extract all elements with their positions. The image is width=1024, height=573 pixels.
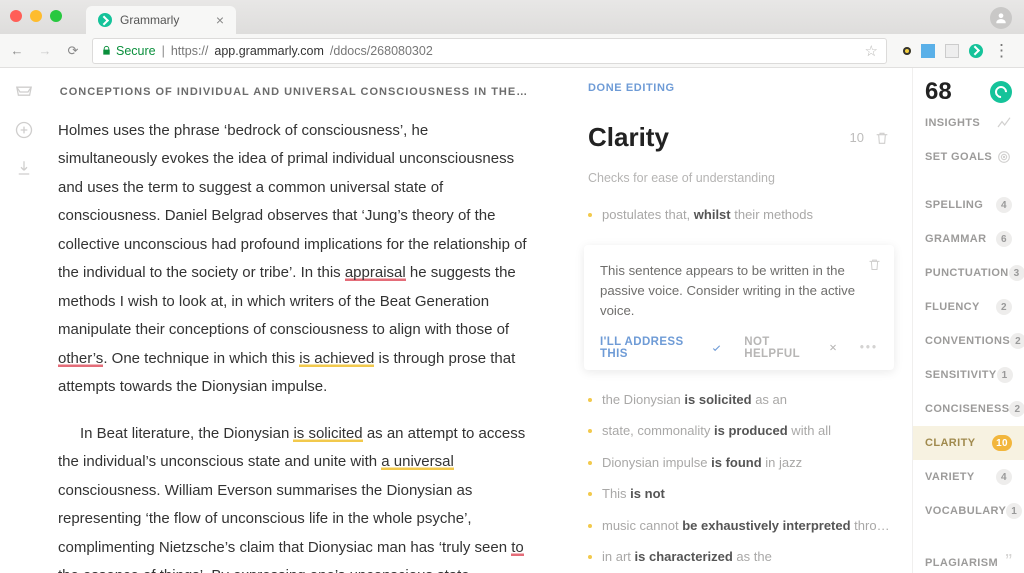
document-editor[interactable]: CONCEPTIONS OF INDIVIDUAL AND UNIVERSAL … [48,68,566,573]
bullet-icon [588,398,592,402]
address-bar[interactable]: Secure | https://app.grammarly.com/ddocs… [92,38,887,64]
forward-button[interactable]: → [36,43,54,58]
browser-tabbar: Grammarly × [0,0,1024,34]
alert-item[interactable]: Dionysian impulse is found in jazz [588,447,890,479]
tab-title: Grammarly [120,13,179,27]
count-badge: 2 [996,299,1012,315]
alert-item[interactable]: This is not [588,478,890,510]
browser-toolbar: ← → ⟳ Secure | https://app.grammarly.com… [0,34,1024,68]
ext-icon-3[interactable] [945,44,959,58]
alert-item[interactable]: state, commonality is produced with all [588,415,890,447]
right-rail: 68 INSIGHTS SET GOALS SPELLING4GRAMMAR6P… [912,68,1024,573]
url-host: app.grammarly.com [214,44,324,58]
ext-icon-1[interactable] [903,47,911,55]
not-helpful-button[interactable]: NOT HELPFUL [744,336,838,360]
rail-category-sensitivity[interactable]: SENSITIVITY1 [913,358,1024,392]
alert-item[interactable]: the Dionysian is solicited as an [588,384,890,416]
rail-category-variety[interactable]: VARIETY4 [913,460,1024,494]
highlight-others[interactable]: other’s [58,350,103,367]
back-button[interactable]: ← [8,43,26,58]
count-badge: 4 [996,469,1012,485]
url-prefix: https:// [171,44,209,58]
count-badge: 1 [1006,503,1022,519]
extension-icons: ⋮ [897,41,1016,61]
download-icon[interactable] [14,158,34,178]
card-more-icon[interactable]: ••• [860,342,878,354]
count-badge: 2 [1010,333,1024,349]
chrome-menu-icon[interactable]: ⋮ [993,41,1010,61]
count-badge: 4 [996,197,1012,213]
set-goals-link[interactable]: SET GOALS [913,140,1024,174]
paragraph-1: Holmes uses the phrase ‘bedrock of consc… [58,117,530,402]
paragraph-2: In Beat literature, the Dionysian is sol… [58,420,530,573]
rail-category-conciseness[interactable]: CONCISENESS2 [913,392,1024,426]
count-badge: 3 [1009,265,1024,281]
category-count: 10 [850,130,864,145]
highlight-to[interactable]: to [511,539,524,556]
alert-item[interactable]: in art is characterized as the [588,541,890,573]
category-heading: Clarity [588,122,669,153]
alerts-panel: DONE EDITING Clarity 10 Checks for ease … [566,68,912,573]
window-traffic-lights [10,10,62,22]
grammarly-logo-icon[interactable] [990,81,1012,103]
quote-icon: ” [1005,551,1012,573]
close-icon [828,342,838,353]
bullet-icon [588,461,592,465]
check-icon [711,342,722,354]
rail-category-spelling[interactable]: SPELLING4 [913,188,1024,222]
minimize-window-button[interactable] [30,10,42,22]
highlight-is-achieved[interactable]: is achieved [299,350,374,367]
add-circle-icon[interactable] [14,120,34,140]
bullet-icon [588,524,592,528]
rail-category-conventions[interactable]: CONVENTIONS2 [913,324,1024,358]
alert-item[interactable]: postulates that, whilst their methods [588,199,890,231]
rail-category-fluency[interactable]: FLUENCY2 [913,290,1024,324]
ill-address-this-button[interactable]: I'LL ADDRESS THIS [600,336,722,360]
target-icon [996,149,1012,165]
lock-icon [101,45,112,56]
count-badge: 10 [992,435,1012,451]
left-gutter [0,68,48,573]
grammarly-favicon [98,13,112,27]
bullet-icon [588,492,592,496]
chrome-profile-avatar[interactable] [990,7,1012,29]
plagiarism-link[interactable]: PLAGIARISM ” [913,542,1024,573]
dismiss-card-icon[interactable] [867,257,882,272]
maximize-window-button[interactable] [50,10,62,22]
bullet-icon [588,555,592,559]
done-editing-link[interactable]: DONE EDITING [588,82,890,94]
rail-category-grammar[interactable]: GRAMMAR6 [913,222,1024,256]
rail-category-punctuation[interactable]: PUNCTUATION3 [913,256,1024,290]
active-alert-card: This sentence appears to be written in t… [584,245,894,370]
grammarly-extension-icon[interactable] [969,44,983,58]
insights-link[interactable]: INSIGHTS [913,106,1024,140]
close-tab-icon[interactable]: × [216,12,224,28]
bullet-icon [588,213,592,217]
secure-indicator: Secure [101,44,156,58]
card-body: This sentence appears to be written in t… [600,261,878,322]
insights-icon [996,115,1012,131]
highlight-is-solicited[interactable]: is solicited [293,425,362,442]
inbox-icon[interactable] [14,82,34,102]
url-path: /ddocs/268080302 [330,44,433,58]
reload-button[interactable]: ⟳ [64,43,82,59]
ext-icon-2[interactable] [921,44,935,58]
highlight-a-universal[interactable]: a universal [381,453,454,470]
document-score: 68 [925,78,952,106]
count-badge: 2 [1009,401,1024,417]
browser-tab[interactable]: Grammarly × [86,6,236,34]
close-window-button[interactable] [10,10,22,22]
count-badge: 6 [996,231,1012,247]
dismiss-category-icon[interactable] [874,130,890,146]
bullet-icon [588,429,592,433]
category-subtitle: Checks for ease of understanding [588,171,890,185]
highlight-appraisal[interactable]: appraisal [345,264,406,281]
document-title: CONCEPTIONS OF INDIVIDUAL AND UNIVERSAL … [58,82,530,103]
count-badge: 1 [997,367,1013,383]
rail-category-clarity[interactable]: CLARITY10 [913,426,1024,460]
rail-category-vocabulary[interactable]: VOCABULARY1 [913,494,1024,528]
alert-item[interactable]: music cannot be exhaustively interpreted… [588,510,890,542]
bookmark-star-icon[interactable]: ☆ [865,42,878,60]
